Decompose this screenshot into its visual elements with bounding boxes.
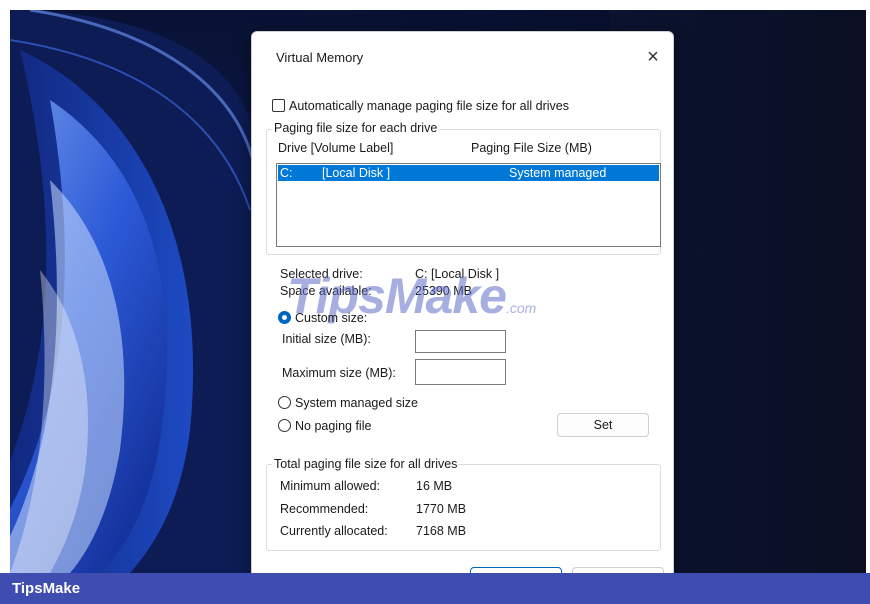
auto-manage-checkbox[interactable] bbox=[272, 99, 285, 112]
dialog-title: Virtual Memory bbox=[276, 50, 364, 65]
recommended-label: Recommended: bbox=[280, 502, 369, 516]
initial-size-input[interactable] bbox=[415, 330, 506, 353]
drive-letter: C: bbox=[280, 166, 293, 180]
title-bar: Virtual Memory × bbox=[252, 32, 673, 82]
drive-list[interactable]: C: [Local Disk ] System managed bbox=[276, 163, 661, 247]
drive-column-header: Drive [Volume Label] bbox=[278, 141, 394, 155]
watermark-suffix: .com bbox=[505, 300, 537, 316]
set-button[interactable]: Set bbox=[557, 413, 649, 437]
paging-group-label: Paging file size for each drive bbox=[272, 121, 440, 135]
system-managed-label: System managed size bbox=[295, 396, 418, 410]
system-managed-radio[interactable] bbox=[278, 396, 291, 409]
currently-allocated-label: Currently allocated: bbox=[280, 524, 388, 538]
brand-bar: TipsMake bbox=[0, 573, 870, 604]
minimum-allowed-label: Minimum allowed: bbox=[280, 479, 381, 493]
total-group-label: Total paging file size for all drives bbox=[272, 457, 460, 471]
close-button[interactable]: × bbox=[639, 44, 667, 70]
brand-label: TipsMake bbox=[12, 580, 81, 597]
maximum-size-label: Maximum size (MB): bbox=[282, 366, 396, 380]
currently-allocated-value: 7168 MB bbox=[416, 524, 467, 538]
no-paging-radio[interactable] bbox=[278, 419, 291, 432]
auto-manage-label: Automatically manage paging file size fo… bbox=[289, 99, 569, 113]
drive-paging-size: System managed bbox=[509, 166, 607, 180]
virtual-memory-dialog: Virtual Memory × Automatically manage pa… bbox=[251, 31, 674, 578]
recommended-value: 1770 MB bbox=[416, 502, 467, 516]
size-column-header: Paging File Size (MB) bbox=[471, 141, 592, 155]
minimum-allowed-value: 16 MB bbox=[416, 479, 453, 493]
drive-row[interactable]: C: [Local Disk ] System managed bbox=[278, 165, 659, 181]
auto-manage-checkbox-row[interactable]: Automatically manage paging file size fo… bbox=[272, 99, 569, 113]
custom-size-radio-row[interactable]: Custom size: bbox=[278, 311, 367, 325]
drive-volume-label: [Local Disk ] bbox=[322, 166, 391, 180]
maximum-size-input[interactable] bbox=[415, 359, 506, 385]
custom-size-label: Custom size: bbox=[295, 311, 368, 325]
system-managed-radio-row[interactable]: System managed size bbox=[278, 396, 418, 410]
initial-size-label: Initial size (MB): bbox=[282, 332, 371, 346]
custom-size-radio[interactable] bbox=[278, 311, 291, 324]
no-paging-label: No paging file bbox=[295, 419, 372, 433]
no-paging-radio-row[interactable]: No paging file bbox=[278, 419, 371, 433]
